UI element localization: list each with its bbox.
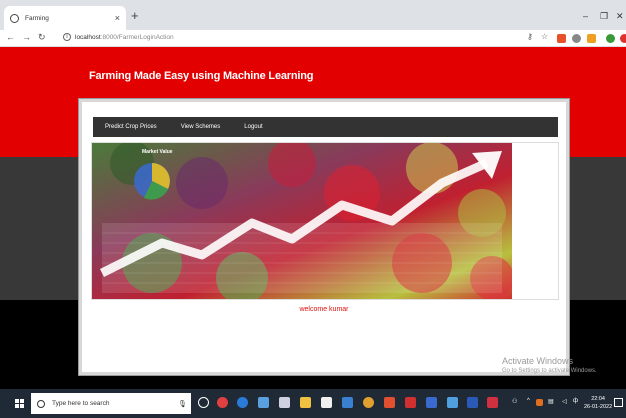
new-tab-button[interactable]: + [131, 9, 139, 22]
store-icon[interactable] [321, 397, 332, 408]
profile-avatar-icon[interactable] [606, 34, 615, 43]
taskbar: Type here to search 🎙 ⚇ ^ ▤ ◁ ф 22:04 26… [0, 389, 626, 418]
app-icon[interactable] [384, 397, 395, 408]
notification-icon[interactable] [614, 398, 623, 407]
browser-tab[interactable]: Farming × [4, 6, 126, 30]
app-icon[interactable] [487, 397, 498, 408]
back-icon[interactable]: ← [6, 32, 15, 42]
microphone-icon[interactable]: 🎙 [178, 400, 187, 408]
menu-item-logout[interactable]: Logout [244, 124, 262, 130]
maximize-button[interactable]: ❐ [600, 11, 608, 22]
edge-icon[interactable] [237, 397, 248, 408]
web-page: Farming Made Easy using Machine Learning… [0, 47, 626, 389]
site-title: Farming Made Easy using Machine Learning [89, 70, 314, 82]
app-icon[interactable] [405, 397, 416, 408]
app-icon[interactable] [342, 397, 353, 408]
task-view-icon[interactable] [198, 397, 209, 408]
hero-container: Market Value [91, 142, 559, 300]
forward-icon[interactable]: → [22, 32, 31, 42]
language-icon[interactable]: ф [573, 398, 578, 404]
system-clock[interactable]: 22:04 26-01-2022 [584, 395, 612, 411]
tab-close-icon[interactable]: × [115, 13, 120, 23]
hero-title: Market Value [142, 149, 173, 155]
minimize-button[interactable]: – [583, 11, 588, 21]
tab-title: Farming [25, 14, 49, 22]
clock-time: 22:04 [591, 396, 605, 402]
volume-icon[interactable]: ◁ [562, 398, 567, 405]
content-frame: Predict Crop Prices View Schemes Logout [78, 98, 570, 376]
chrome-icon[interactable] [363, 397, 374, 408]
tray-app-icon[interactable] [536, 399, 543, 406]
activate-subtitle: Go to Settings to activate Windows. [502, 368, 597, 374]
welcome-message: welcome kumar [299, 306, 349, 313]
people-icon[interactable]: ⚇ [512, 398, 517, 405]
network-icon[interactable]: ▤ [548, 398, 554, 405]
extension-icon[interactable] [572, 34, 581, 43]
close-window-button[interactable]: ✕ [616, 11, 624, 22]
site-info-icon[interactable]: i [63, 33, 71, 42]
windows-start-icon[interactable] [15, 399, 24, 408]
app-icon[interactable] [426, 397, 437, 408]
extension-icon[interactable] [587, 34, 596, 43]
app-icon[interactable] [467, 397, 478, 408]
extension-icon[interactable] [557, 34, 566, 43]
activate-windows-watermark: Activate Windows Go to Settings to activ… [502, 356, 597, 374]
reload-icon[interactable]: ↻ [38, 32, 46, 43]
url-path: :8000/FarmerLoginAction [100, 34, 174, 41]
menu-item-predict-crop-prices[interactable]: Predict Crop Prices [105, 124, 157, 130]
tray-chevron-icon[interactable]: ^ [527, 398, 530, 404]
main-menu: Predict Crop Prices View Schemes Logout [93, 117, 558, 137]
app-icon[interactable] [217, 397, 228, 408]
extension-icon[interactable] [620, 34, 626, 43]
url-field[interactable]: i localhost:8000/FarmerLoginAction [63, 32, 513, 44]
tab-favicon-icon [10, 13, 19, 23]
app-icon[interactable] [279, 397, 290, 408]
browser-tab-bar: Farming × + – ❐ ✕ [0, 0, 626, 30]
address-bar: ← → ↻ i localhost:8000/FarmerLoginAction … [0, 30, 626, 47]
url-host: localhost [75, 34, 101, 41]
activate-title: Activate Windows [502, 356, 574, 366]
taskbar-search-box[interactable]: Type here to search 🎙 [31, 393, 191, 414]
menu-item-view-schemes[interactable]: View Schemes [181, 124, 221, 130]
app-icon[interactable] [258, 397, 269, 408]
file-explorer-icon[interactable] [300, 397, 311, 408]
search-icon [37, 399, 45, 408]
market-value-banner-image: Market Value [92, 143, 512, 299]
clock-date: 26-01-2022 [584, 404, 613, 410]
search-placeholder: Type here to search [52, 400, 110, 407]
app-icon[interactable] [447, 397, 458, 408]
bookmark-star-icon[interactable]: ☆ [541, 32, 548, 41]
key-icon[interactable]: ⚷ [527, 32, 533, 41]
